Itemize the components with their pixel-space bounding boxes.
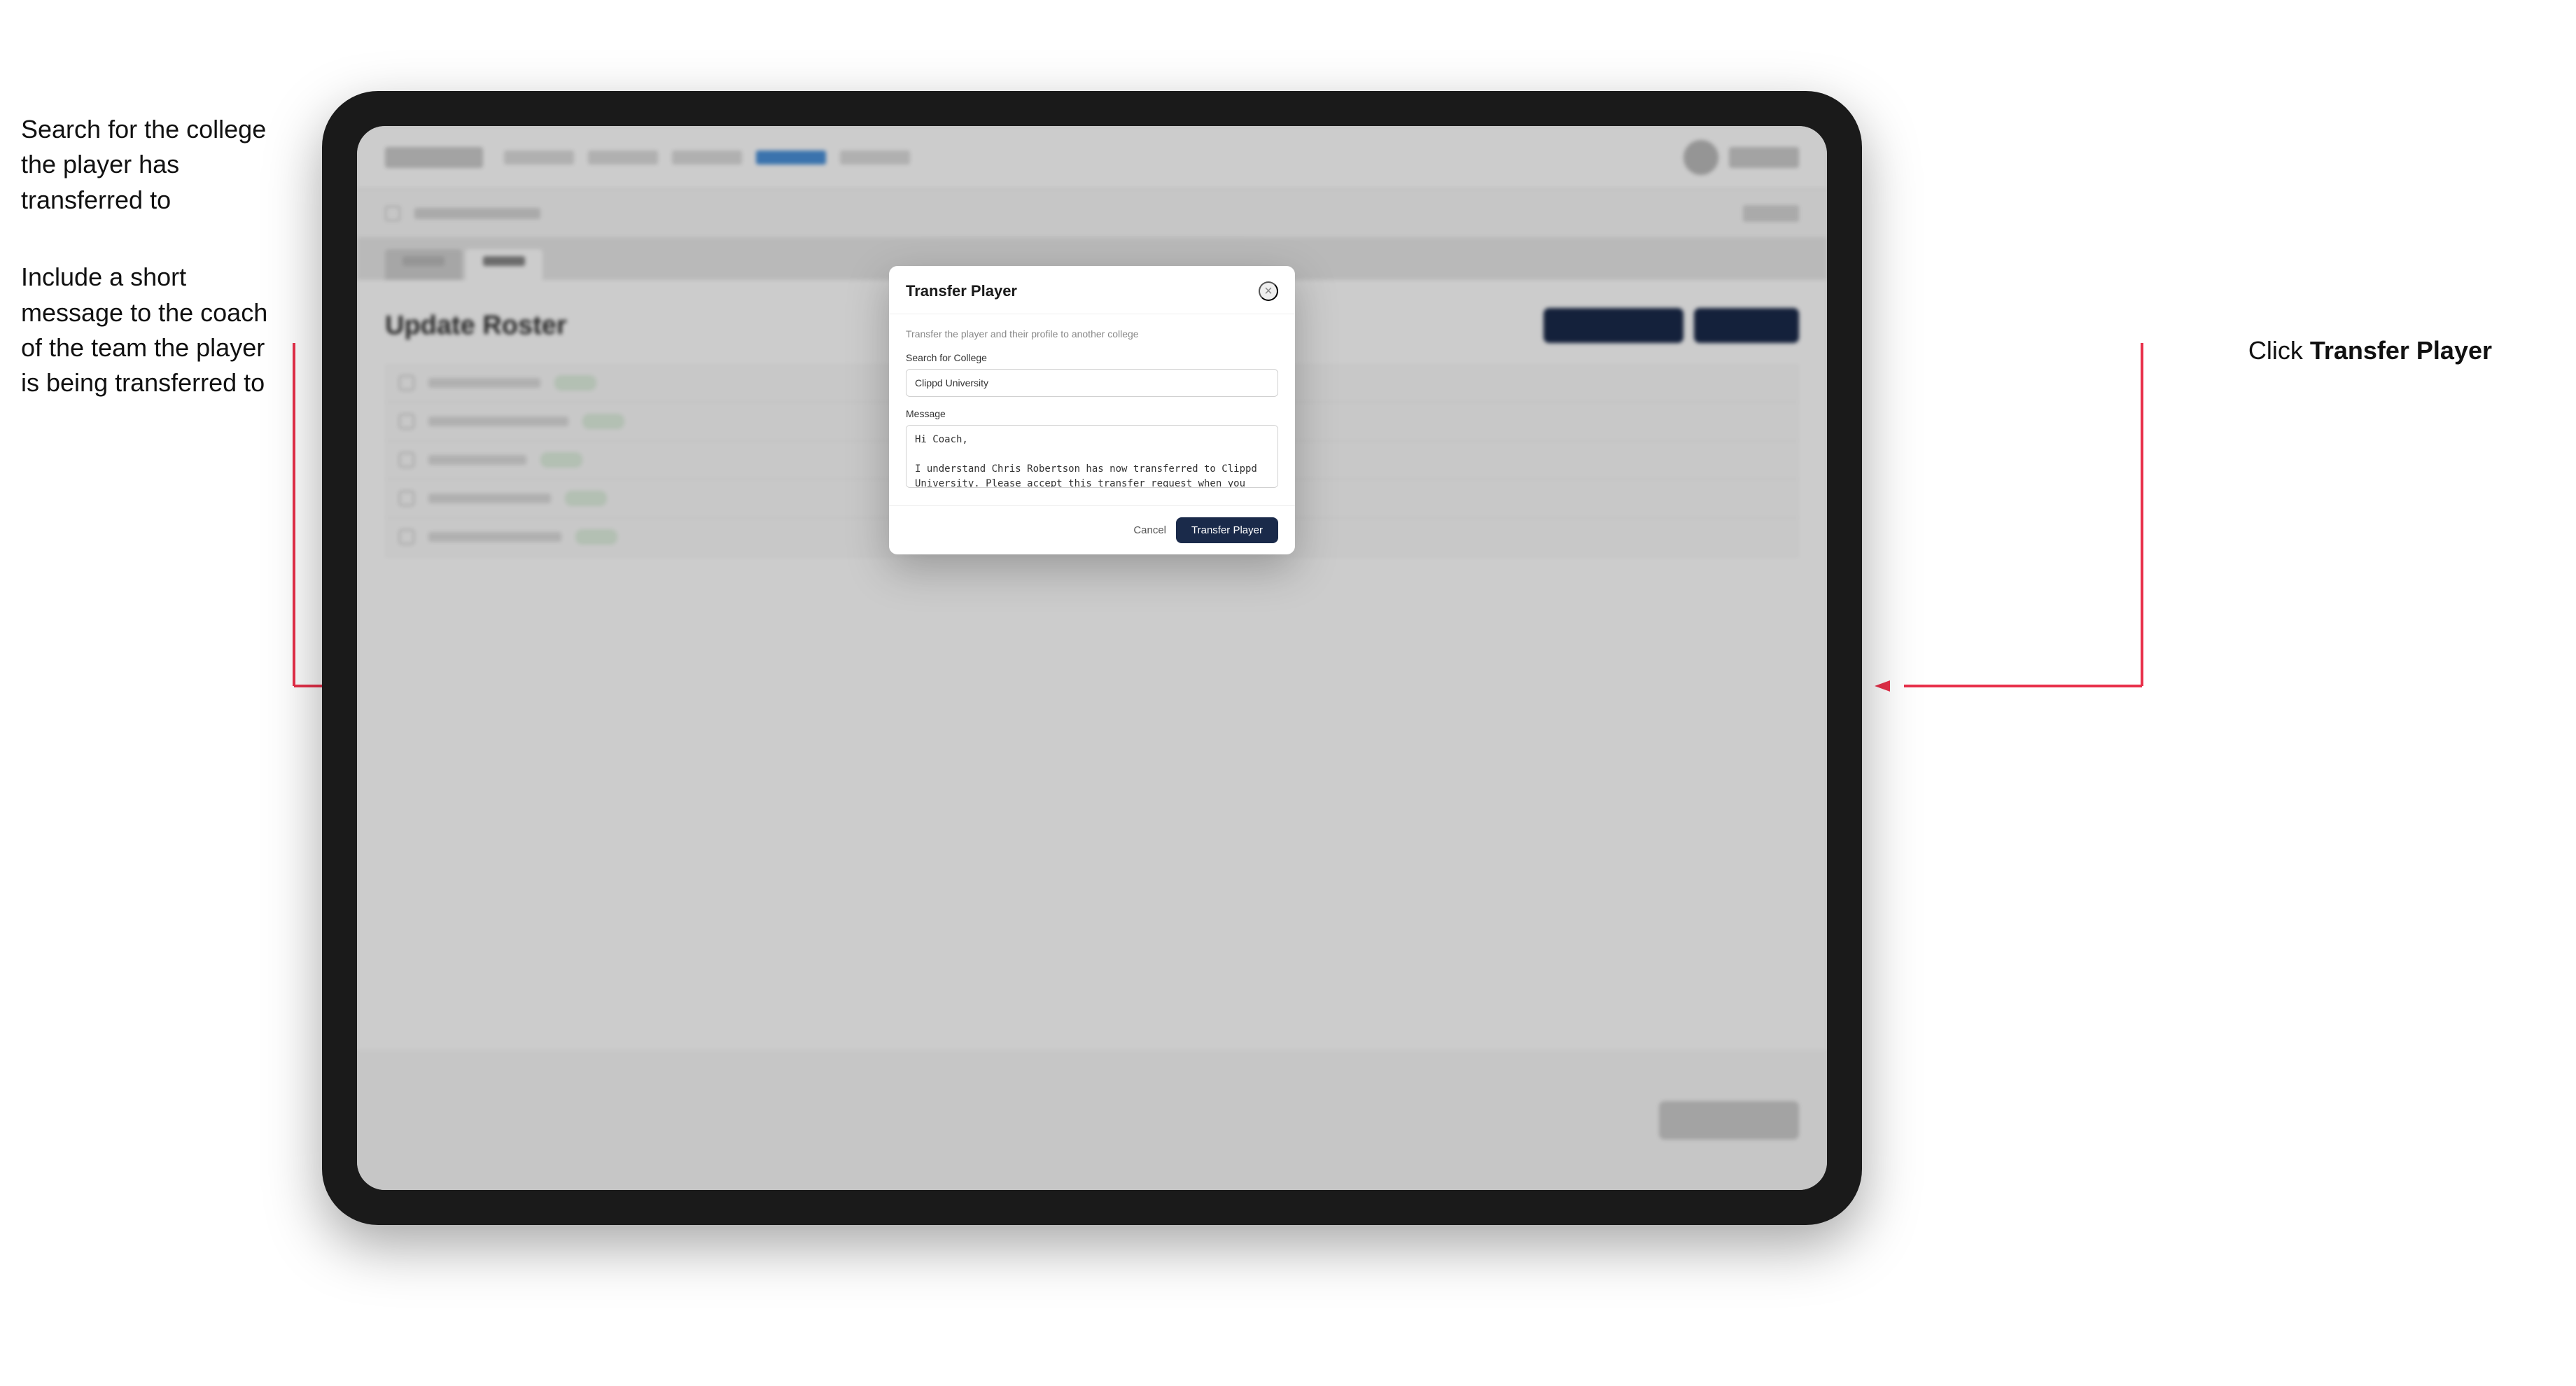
dialog-body: Transfer the player and their profile to… <box>889 314 1295 505</box>
annotation-search-text: Search for the college the player has tr… <box>21 115 266 214</box>
search-college-input[interactable] <box>906 369 1278 397</box>
modal-overlay: Transfer Player × Transfer the player an… <box>357 126 1827 1190</box>
dialog-close-button[interactable]: × <box>1259 281 1278 301</box>
transfer-player-dialog: Transfer Player × Transfer the player an… <box>889 266 1295 554</box>
dialog-footer: Cancel Transfer Player <box>889 505 1295 554</box>
search-college-label: Search for College <box>906 352 1278 363</box>
tablet-screen: Update Roster <box>357 126 1827 1190</box>
tablet-frame: Update Roster <box>322 91 1862 1225</box>
dialog-subtitle: Transfer the player and their profile to… <box>906 328 1278 340</box>
annotation-right: Click Transfer Player <box>2248 336 2492 365</box>
transfer-player-button[interactable]: Transfer Player <box>1176 517 1278 543</box>
annotation-message-text: Include a short message to the coach of … <box>21 262 267 397</box>
message-textarea[interactable] <box>906 425 1278 488</box>
annotation-left: Search for the college the player has tr… <box>21 112 287 401</box>
dialog-header: Transfer Player × <box>889 266 1295 314</box>
message-label: Message <box>906 408 1278 419</box>
dialog-title: Transfer Player <box>906 282 1017 300</box>
cancel-button[interactable]: Cancel <box>1133 524 1166 536</box>
